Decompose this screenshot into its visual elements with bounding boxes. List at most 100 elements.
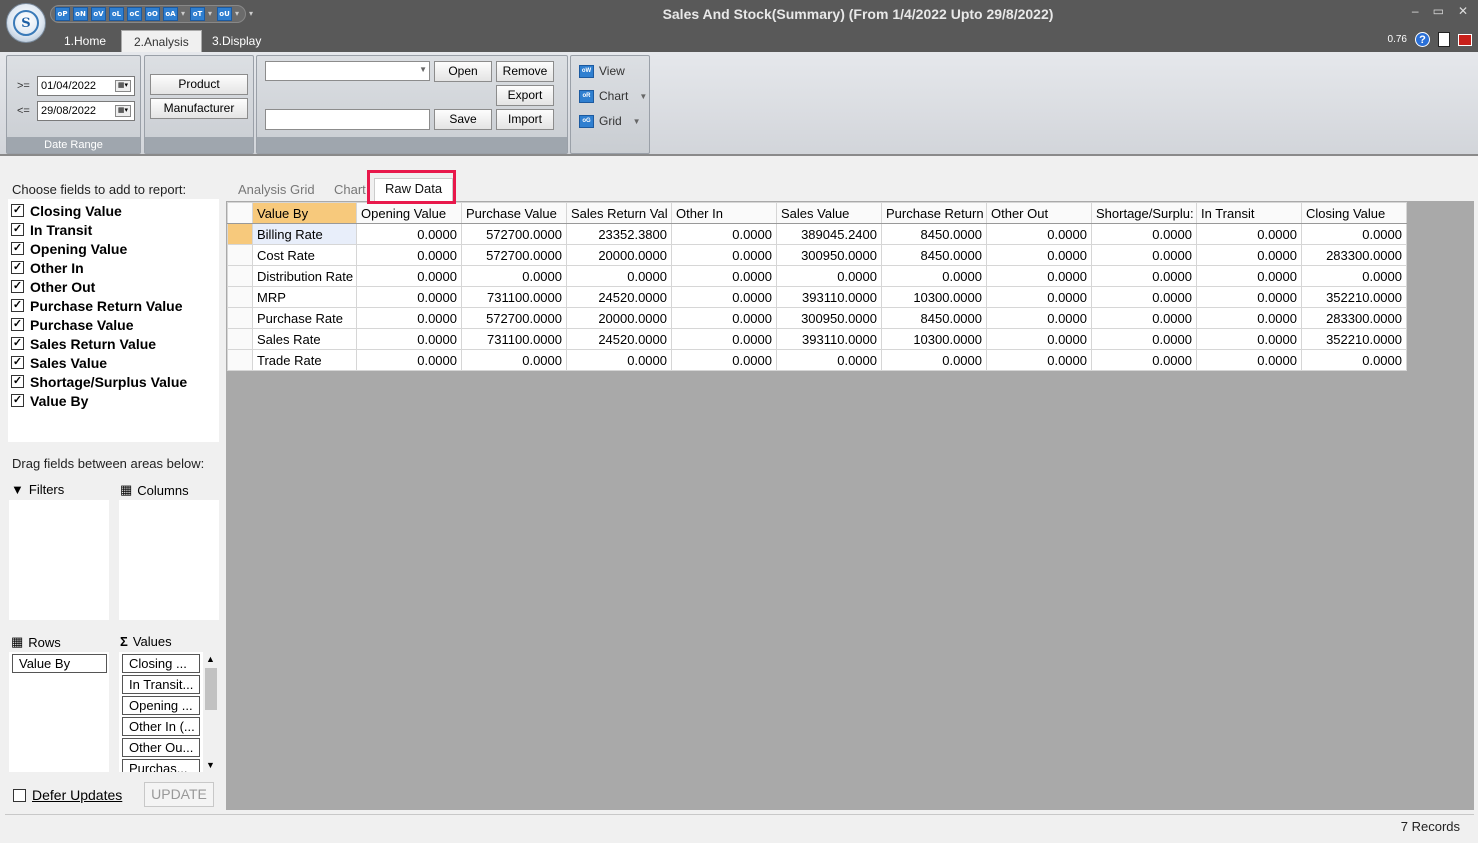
table-row[interactable]: Sales Rate 0.0000 731100.0000 24520.0000 0.0… — [227, 328, 1407, 350]
value-cell[interactable]: 10300.0000 — [881, 328, 987, 350]
export-button[interactable]: Export — [496, 85, 554, 106]
value-cell[interactable]: 0.0000 — [986, 286, 1092, 308]
value-cell[interactable]: 8450.0000 — [881, 223, 987, 245]
table-row[interactable]: Billing Rate 0.0000 572700.0000 23352.3800 0… — [227, 223, 1407, 245]
maximize-button[interactable]: ▭ — [1433, 4, 1444, 18]
value-cell[interactable]: 23352.3800 — [566, 223, 672, 245]
row-header[interactable] — [227, 328, 253, 350]
values-area[interactable]: ▲ ▼ Closing ... In Transit... Opening ... O… — [119, 652, 219, 772]
value-cell[interactable]: 0.0000 — [671, 349, 777, 371]
value-cell[interactable]: 20000.0000 — [566, 307, 672, 329]
row-label-cell[interactable]: Distribution Rate — [252, 265, 357, 287]
value-cell[interactable]: 0.0000 — [356, 265, 462, 287]
value-cell[interactable]: 300950.0000 — [776, 244, 882, 266]
value-cell[interactable]: 352210.0000 — [1301, 328, 1407, 350]
value-cell[interactable]: 20000.0000 — [566, 244, 672, 266]
value-cell[interactable]: 24520.0000 — [566, 328, 672, 350]
row-label-cell[interactable]: Billing Rate — [252, 223, 357, 245]
value-cell[interactable]: 300950.0000 — [776, 307, 882, 329]
value-cell[interactable]: 0.0000 — [356, 307, 462, 329]
value-cell[interactable]: 0.0000 — [461, 265, 567, 287]
field-item[interactable]: ✓ Opening Value — [11, 239, 127, 258]
close-button[interactable]: ✕ — [1458, 4, 1468, 18]
ribbon-tab-analysis[interactable]: 2.Analysis — [121, 30, 202, 52]
layout-select[interactable]: ▼ — [265, 61, 430, 81]
field-checkbox[interactable]: ✓ — [11, 337, 24, 350]
value-cell[interactable]: 0.0000 — [776, 349, 882, 371]
grid-button[interactable]: oG Grid ▼ — [579, 112, 641, 130]
field-checkbox[interactable]: ✓ — [11, 261, 24, 274]
import-button[interactable]: Import — [496, 109, 554, 130]
field-item[interactable]: ✓ Shortage/Surplus Value — [11, 372, 187, 391]
field-item[interactable]: ✓ Value By — [11, 391, 88, 410]
value-cell[interactable]: 0.0000 — [1301, 265, 1407, 287]
table-row[interactable]: Cost Rate 0.0000 572700.0000 20000.0000 0.00… — [227, 244, 1407, 266]
value-cell[interactable]: 572700.0000 — [461, 244, 567, 266]
to-date-input[interactable]: 29/08/2022 ▦▾ — [37, 101, 135, 121]
field-checkbox[interactable]: ✓ — [11, 204, 24, 217]
value-cell[interactable]: 0.0000 — [986, 349, 1092, 371]
open-button[interactable]: Open — [434, 61, 492, 82]
chevron-down-icon[interactable]: ▼ — [639, 92, 647, 101]
field-item[interactable]: ✓ Other Out — [11, 277, 95, 296]
value-cell[interactable]: 0.0000 — [356, 328, 462, 350]
value-cell[interactable]: 0.0000 — [566, 265, 672, 287]
value-cell[interactable]: 0.0000 — [986, 244, 1092, 266]
chevron-up-icon[interactable]: ▲ — [206, 654, 215, 664]
field-checkbox[interactable]: ✓ — [11, 394, 24, 407]
value-cell[interactable]: 24520.0000 — [566, 286, 672, 308]
calendar-icon[interactable]: ▦▾ — [115, 105, 131, 117]
value-cell[interactable]: 0.0000 — [1196, 265, 1302, 287]
column-header[interactable]: Sales Value — [776, 202, 882, 224]
table-row[interactable]: Distribution Rate 0.0000 0.0000 0.0000 0.000… — [227, 265, 1407, 287]
product-button[interactable]: Product — [150, 74, 248, 95]
value-cell[interactable]: 393110.0000 — [776, 328, 882, 350]
value-cell[interactable]: 0.0000 — [671, 244, 777, 266]
minimize-button[interactable]: – — [1412, 4, 1419, 18]
value-cell[interactable]: 0.0000 — [1091, 349, 1197, 371]
value-cell[interactable]: 8450.0000 — [881, 244, 987, 266]
value-cell[interactable]: 0.0000 — [1301, 223, 1407, 245]
field-checkbox[interactable]: ✓ — [11, 242, 24, 255]
field-checkbox[interactable]: ✓ — [11, 299, 24, 312]
value-cell[interactable]: 0.0000 — [356, 349, 462, 371]
value-cell[interactable]: 0.0000 — [671, 328, 777, 350]
value-cell[interactable]: 0.0000 — [1196, 349, 1302, 371]
value-cell[interactable]: 0.0000 — [671, 286, 777, 308]
tab-chart[interactable]: Chart — [328, 180, 372, 200]
field-checkbox[interactable]: ✓ — [11, 223, 24, 236]
from-date-input[interactable]: 01/04/2022 ▦▾ — [37, 76, 135, 96]
value-cell[interactable]: 0.0000 — [1196, 307, 1302, 329]
defer-updates[interactable]: Defer Updates — [13, 787, 122, 803]
value-cell[interactable]: 0.0000 — [1091, 286, 1197, 308]
value-cell[interactable]: 0.0000 — [986, 328, 1092, 350]
value-cell[interactable]: 572700.0000 — [461, 307, 567, 329]
value-cell[interactable]: 0.0000 — [1091, 265, 1197, 287]
chevron-down-icon[interactable]: ▼ — [633, 117, 641, 126]
table-row[interactable]: MRP 0.0000 731100.0000 24520.0000 0.0000 3931… — [227, 286, 1407, 308]
values-chip[interactable]: Closing ... — [122, 654, 200, 673]
column-header[interactable]: Shortage/Surplu: — [1091, 202, 1197, 224]
save-button[interactable]: Save — [434, 109, 492, 130]
calendar-icon[interactable]: ▦▾ — [115, 80, 131, 92]
column-header[interactable]: Other In — [671, 202, 777, 224]
field-item[interactable]: ✓ Sales Value — [11, 353, 107, 372]
row-header[interactable] — [227, 265, 253, 287]
value-cell[interactable]: 0.0000 — [671, 307, 777, 329]
value-cell[interactable]: 0.0000 — [671, 223, 777, 245]
field-checkbox[interactable]: ✓ — [11, 375, 24, 388]
value-cell[interactable]: 0.0000 — [1196, 328, 1302, 350]
value-cell[interactable]: 8450.0000 — [881, 307, 987, 329]
update-button[interactable]: UPDATE — [144, 782, 214, 807]
value-cell[interactable]: 389045.2400 — [776, 223, 882, 245]
rows-area[interactable]: Value By — [9, 652, 109, 772]
field-item[interactable]: ✓ Other In — [11, 258, 84, 277]
field-item[interactable]: ✓ Purchase Return Value — [11, 296, 183, 315]
field-checkbox[interactable]: ✓ — [11, 356, 24, 369]
row-label-cell[interactable]: Cost Rate — [252, 244, 357, 266]
value-cell[interactable]: 0.0000 — [566, 349, 672, 371]
column-header[interactable]: Opening Value — [356, 202, 462, 224]
values-chip[interactable]: In Transit... — [122, 675, 200, 694]
scroll-thumb[interactable] — [205, 668, 217, 710]
layout-name-input[interactable] — [265, 109, 430, 130]
